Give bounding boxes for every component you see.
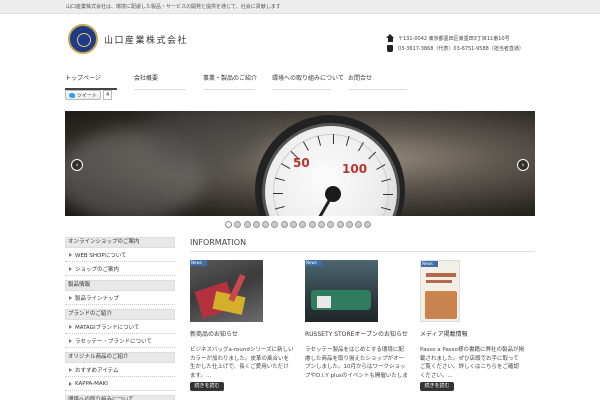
company-seal-icon	[68, 24, 98, 54]
news-excerpt: ラセッテー製品をはじめとする環境に配慮した商品を取り揃えたショップがオープンしま…	[305, 347, 408, 379]
sidebar-section-heading: オリジナル商品のご紹介	[65, 352, 175, 363]
slider-dot[interactable]	[345, 221, 353, 228]
read-more-button[interactable]: 続きを読む	[420, 382, 454, 391]
slider-dot[interactable]	[364, 221, 372, 228]
address-text: 〒131-0042 東京都墨田区東墨田3丁目11番10号	[398, 35, 510, 42]
gauge-tick	[333, 134, 335, 144]
sidebar-link[interactable]: MATAGIブランドについて	[65, 320, 175, 334]
contact-info: 〒131-0042 東京都墨田区東墨田3丁目11番10号 03-3617-386…	[386, 33, 536, 53]
slider-dot[interactable]	[252, 221, 260, 228]
slider-pagination	[225, 221, 374, 228]
slider-dot[interactable]	[336, 221, 344, 228]
tweet-label: ツイート	[77, 92, 98, 99]
news-image[interactable]: News	[420, 260, 460, 322]
slider-prev-button[interactable]: ‹	[71, 159, 83, 171]
news-excerpt: Passo a Passo様の書籍に弊社の製品が掲載されました。ぜひ店頭でお手に…	[420, 347, 524, 379]
slider-dot[interactable]	[355, 221, 363, 228]
top-bar-text: 山口産業株式会社は、環境に配慮した製品・サービスの開発と提供を通じて、社会に貢献…	[66, 4, 281, 10]
nav-label: お問合せ	[348, 75, 373, 82]
sidebar-link[interactable]: 製品ラインナップ	[65, 291, 175, 305]
phone-text: 03-3617-3868（代表）03-6751-9588（担当者直通）	[398, 45, 524, 52]
slider-dot[interactable]	[234, 221, 242, 228]
news-card: News RUSSETY STOREオープンのお知らせ ラセッテー製品をはじめと…	[305, 260, 409, 380]
hero-slider: 50 100 ‹ ›	[65, 111, 535, 216]
slider-dot[interactable]	[327, 221, 335, 228]
gauge-ring	[273, 134, 389, 216]
twitter-bird-icon	[69, 92, 75, 98]
news-card: News メディア掲載情報 Passo a Passo様の書籍に弊社の製品が掲載…	[420, 260, 524, 391]
sidebar: オンラインショップのご案内 WEB SHOPについて ショップのご案内 製品情報 製品ラ…	[65, 237, 175, 400]
sidebar-link[interactable]: おすすめアイテム	[65, 363, 175, 377]
sidebar-section-heading: オンラインショップのご案内	[65, 237, 175, 248]
gauge-label-100: 100	[342, 162, 368, 176]
news-title[interactable]: 新商品のお知らせ	[190, 331, 294, 339]
sidebar-section-heading: 製品情報	[65, 280, 175, 291]
phone-icon	[387, 44, 393, 52]
news-image[interactable]: News	[190, 260, 263, 322]
news-tag: News	[305, 260, 322, 266]
gauge-tick	[383, 194, 393, 196]
tweet-button[interactable]: ツイート	[65, 90, 102, 100]
tweet-count: 4	[103, 90, 113, 100]
slider-dot[interactable]	[290, 221, 298, 228]
divider	[190, 251, 535, 252]
news-image[interactable]: News	[305, 260, 378, 322]
site-logo[interactable]: 山口産業株式会社	[68, 24, 188, 54]
nav-label: 環境への取り組みについて	[272, 75, 344, 82]
slider-dot[interactable]	[271, 221, 279, 228]
sidebar-link[interactable]: ショップのご案内	[65, 262, 175, 276]
news-excerpt: ビジネスバッグa-roundシリーズに新しいカラーが加わりました。皮革の風合いを…	[190, 347, 294, 379]
nav-item-contact[interactable]: お問合せ	[348, 68, 407, 90]
gauge-hub	[325, 186, 341, 202]
slider-dot[interactable]	[243, 221, 251, 228]
top-bar: 山口産業株式会社は、環境に配慮した製品・サービスの開発と提供を通じて、社会に貢献…	[0, 0, 600, 14]
phone-row: 03-3617-3868（代表）03-6751-9588（担当者直通）	[386, 43, 536, 53]
sidebar-section-heading: 環境への取り組みについて	[65, 395, 175, 400]
main-nav: トップページ 会社概要 事業・製品のご紹介 環境への取り組みについて お問合せ	[65, 68, 535, 90]
news-title[interactable]: RUSSETY STOREオープンのお知らせ	[305, 331, 409, 339]
company-name: 山口産業株式会社	[104, 35, 189, 46]
tweet-widget: ツイート 4	[65, 90, 113, 100]
nav-item-products[interactable]: 事業・製品のご紹介	[203, 68, 258, 90]
sidebar-section-heading: ブランドのご紹介	[65, 309, 175, 320]
news-card: News 新商品のお知らせ ビジネスバッグa-roundシリーズに新しいカラーが…	[190, 260, 294, 391]
slider-dot[interactable]	[317, 221, 325, 228]
slider-dot[interactable]	[225, 221, 232, 228]
news-title[interactable]: メディア掲載情報	[420, 331, 524, 339]
nav-item-top[interactable]: トップページ	[65, 68, 117, 90]
nav-item-company[interactable]: 会社概要	[134, 68, 186, 90]
nav-label: 事業・製品のご紹介	[203, 75, 258, 82]
sidebar-link[interactable]: ラセッテー・ブランドについて	[65, 334, 175, 348]
gauge-label-50: 50	[293, 156, 310, 170]
nav-item-environment[interactable]: 環境への取り組みについて	[272, 68, 344, 90]
gauge-tick	[273, 192, 283, 194]
sidebar-link[interactable]: WEB SHOPについて	[65, 248, 175, 262]
nav-label: トップページ	[65, 75, 101, 82]
nav-label: 会社概要	[134, 75, 159, 82]
slider-dot[interactable]	[280, 221, 288, 228]
home-icon	[386, 34, 394, 42]
slider-next-button[interactable]: ›	[517, 159, 529, 171]
slider-dot[interactable]	[299, 221, 307, 228]
slider-dot[interactable]	[262, 221, 270, 228]
read-more-button[interactable]: 続きを読む	[190, 382, 224, 391]
news-tag: News	[190, 260, 207, 266]
slider-dot[interactable]	[308, 221, 316, 228]
information-heading: INFORMATION	[190, 238, 247, 247]
news-tag: News	[421, 261, 438, 267]
sidebar-link[interactable]: KAPPA-MAKI	[65, 377, 175, 391]
address-row: 〒131-0042 東京都墨田区東墨田3丁目11番10号	[386, 33, 536, 43]
